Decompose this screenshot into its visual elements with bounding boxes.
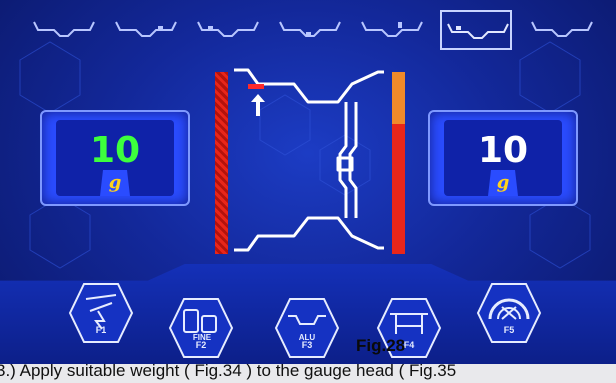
tab-mode-7-icon <box>531 21 593 37</box>
mode-icon <box>68 283 134 343</box>
function-key-f5[interactable]: F5 <box>476 281 542 345</box>
right-weight-display: 10 g <box>444 120 562 196</box>
f3-label: F3 <box>301 340 313 350</box>
tab-mode-7[interactable] <box>526 10 598 50</box>
function-key-f1[interactable]: F1 <box>68 281 134 345</box>
manual-caption-text: 3.) Apply suitable weight ( Fig.34 ) to … <box>0 364 457 380</box>
f1-label: F1 <box>95 325 107 335</box>
f5-label: F5 <box>503 325 515 335</box>
tab-mode-4[interactable] <box>274 10 346 50</box>
left-weight-panel: 10 g <box>40 110 190 206</box>
tab-mode-6[interactable] <box>440 10 512 50</box>
left-unit-tab: g <box>100 170 130 196</box>
manual-caption-strip: 3.) Apply suitable weight ( Fig.34 ) to … <box>0 364 616 383</box>
up-arrow-icon <box>251 94 265 116</box>
tab-mode-5[interactable] <box>356 10 428 50</box>
wheel-rim-profile-icon <box>234 68 384 252</box>
tab-mode-1-icon <box>33 21 95 37</box>
right-plane-indicator <box>392 72 405 124</box>
left-weight-display: 10 g <box>56 120 174 196</box>
tab-mode-6-icon <box>447 23 509 39</box>
fine-weights-icon: FINE <box>168 298 234 358</box>
left-weight-unit: g <box>108 172 122 193</box>
tab-mode-2[interactable] <box>110 10 182 50</box>
right-weight-value: 10 <box>477 130 529 171</box>
right-plane-bar <box>392 72 405 254</box>
function-key-f3[interactable]: ALU F3 <box>274 296 340 360</box>
balancer-screen: 10 g 10 g F1 FINE F2 ALU F3 F4 F5 Fig.28 <box>0 0 616 383</box>
tab-mode-1[interactable] <box>28 10 100 50</box>
figure-label: Fig.28 <box>356 336 406 355</box>
right-weight-panel: 10 g <box>428 110 578 206</box>
tab-mode-4-icon <box>279 21 341 37</box>
left-weight-value: 10 <box>89 130 141 171</box>
tab-mode-3-icon <box>197 21 259 37</box>
right-unit-tab: g <box>488 170 518 196</box>
f2-label: F2 <box>195 340 207 350</box>
weight-position-marker <box>248 84 264 89</box>
tab-mode-2-icon <box>115 21 177 37</box>
alu-wheel-icon: ALU <box>274 298 340 358</box>
tab-mode-3[interactable] <box>192 10 264 50</box>
function-key-f2[interactable]: FINE F2 <box>168 296 234 360</box>
right-weight-unit: g <box>496 172 510 193</box>
left-plane-bar <box>215 72 228 254</box>
tab-mode-5-icon <box>361 21 423 37</box>
split-spoke-icon <box>476 283 542 343</box>
